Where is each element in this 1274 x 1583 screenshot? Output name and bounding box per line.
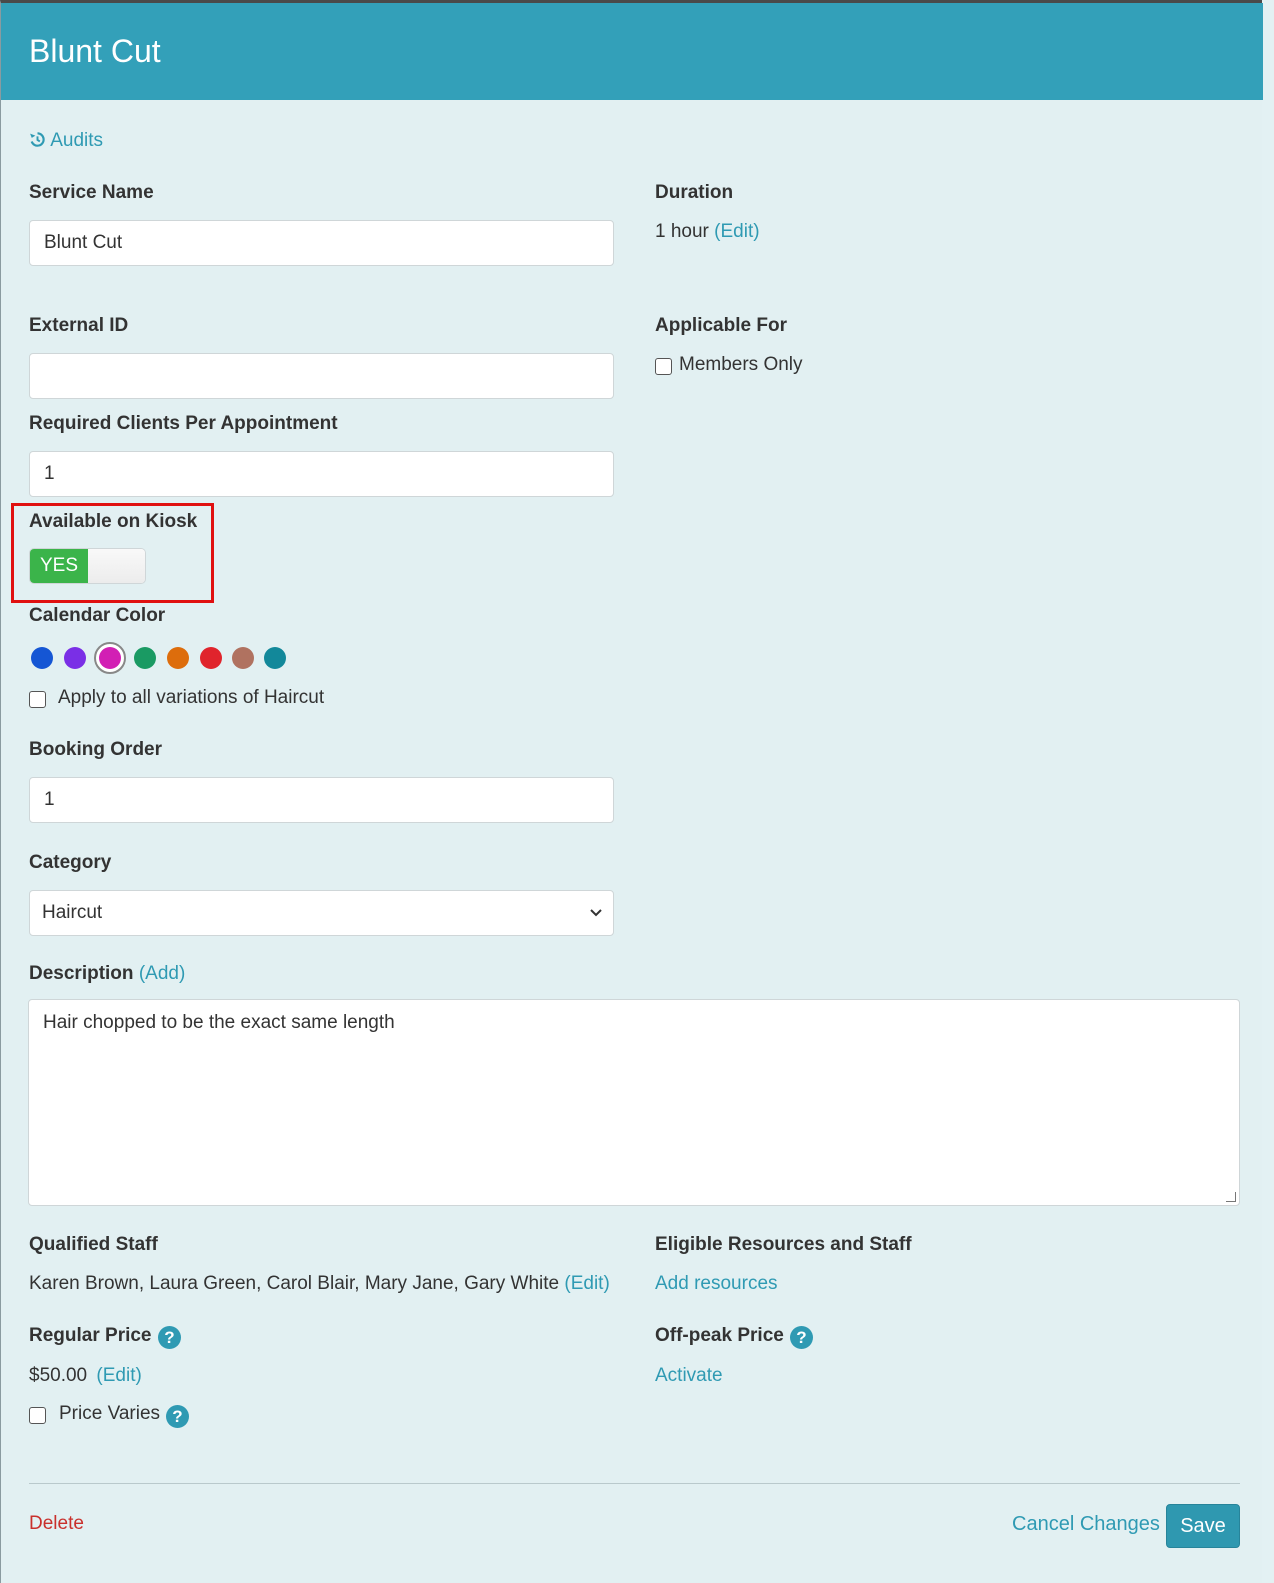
resize-grip-icon[interactable] (1226, 1192, 1236, 1202)
service-editor-panel: Blunt Cut Audits Service Name Blunt Cut … (0, 0, 1263, 1583)
color-swatch[interactable] (200, 647, 222, 669)
duration-edit-link[interactable]: (Edit) (714, 221, 759, 242)
offpeak-price-label: Off-peak Price (655, 1325, 784, 1346)
kiosk-toggle-knob (88, 549, 145, 583)
color-swatch[interactable] (264, 647, 286, 669)
members-only-label: Members Only (679, 354, 803, 375)
service-name-label: Service Name (29, 182, 154, 203)
duration-value-row: 1 hour (Edit) (655, 221, 760, 243)
activate-offpeak-link[interactable]: Activate (655, 1365, 723, 1387)
apply-all-variations-label: Apply to all variations of Haircut (58, 687, 325, 708)
required-clients-label: Required Clients Per Appointment (29, 413, 338, 434)
color-swatch[interactable] (99, 647, 121, 669)
footer-divider (29, 1483, 1240, 1484)
qualified-staff-edit-link[interactable]: (Edit) (564, 1273, 609, 1294)
kiosk-toggle[interactable]: YES (29, 548, 146, 584)
service-name-input[interactable]: Blunt Cut (29, 220, 614, 266)
regular-price-label: Regular Price (29, 1325, 152, 1346)
category-selected-value: Haircut (42, 902, 103, 923)
history-icon (29, 130, 50, 151)
regular-price-row: $50.00 (Edit) (29, 1365, 142, 1387)
audits-label: Audits (50, 130, 104, 151)
chevron-down-icon (589, 891, 603, 953)
external-id-label: External ID (29, 315, 129, 336)
category-label: Category (29, 852, 112, 873)
applicable-for-label: Applicable For (655, 315, 787, 336)
color-swatch[interactable] (64, 647, 86, 669)
booking-order-input[interactable]: 1 (29, 777, 614, 823)
description-add-link[interactable]: (Add) (139, 963, 185, 984)
qualified-staff-list: Karen Brown, Laura Green, Carol Blair, M… (29, 1273, 560, 1294)
delete-link[interactable]: Delete (29, 1513, 84, 1535)
help-icon[interactable]: ? (158, 1326, 181, 1349)
booking-order-label: Booking Order (29, 739, 163, 760)
save-button[interactable]: Save (1166, 1504, 1240, 1548)
cancel-changes-link[interactable]: Cancel Changes (1012, 1513, 1160, 1536)
members-only-checkbox[interactable] (655, 358, 672, 375)
color-swatch[interactable] (167, 647, 189, 669)
page-title: Blunt Cut (29, 33, 161, 69)
apply-all-variations-checkbox[interactable] (29, 691, 46, 708)
description-textarea[interactable]: Hair chopped to be the exact same length (28, 999, 1240, 1206)
kiosk-label: Available on Kiosk (29, 511, 198, 532)
duration-value: 1 hour (655, 221, 709, 242)
regular-price-value: $50.00 (29, 1365, 88, 1386)
kiosk-toggle-on-label: YES (30, 549, 88, 583)
audits-link[interactable]: Audits (29, 130, 103, 152)
price-varies-checkbox[interactable] (29, 1407, 46, 1424)
add-resources-link[interactable]: Add resources (655, 1273, 778, 1295)
color-swatch[interactable] (232, 647, 254, 669)
description-label-row: Description (Add) (29, 963, 185, 985)
color-swatch[interactable] (31, 647, 53, 669)
color-swatch[interactable] (134, 647, 156, 669)
description-label: Description (29, 963, 134, 984)
description-text: Hair chopped to be the exact same length (43, 1012, 395, 1033)
external-id-input[interactable] (29, 353, 614, 399)
qualified-staff-label: Qualified Staff (29, 1234, 158, 1255)
panel-header: Blunt Cut (1, 3, 1263, 100)
required-clients-input[interactable]: 1 (29, 451, 614, 497)
eligible-resources-label: Eligible Resources and Staff (655, 1234, 912, 1255)
price-varies-label: Price Varies (59, 1403, 161, 1424)
qualified-staff-row: Karen Brown, Laura Green, Carol Blair, M… (29, 1273, 610, 1295)
category-select[interactable]: Haircut (29, 890, 614, 936)
calendar-color-label: Calendar Color (29, 605, 166, 626)
duration-label: Duration (655, 182, 734, 203)
regular-price-edit-link[interactable]: (Edit) (96, 1365, 141, 1386)
help-icon[interactable]: ? (166, 1405, 189, 1428)
help-icon[interactable]: ? (790, 1326, 813, 1349)
